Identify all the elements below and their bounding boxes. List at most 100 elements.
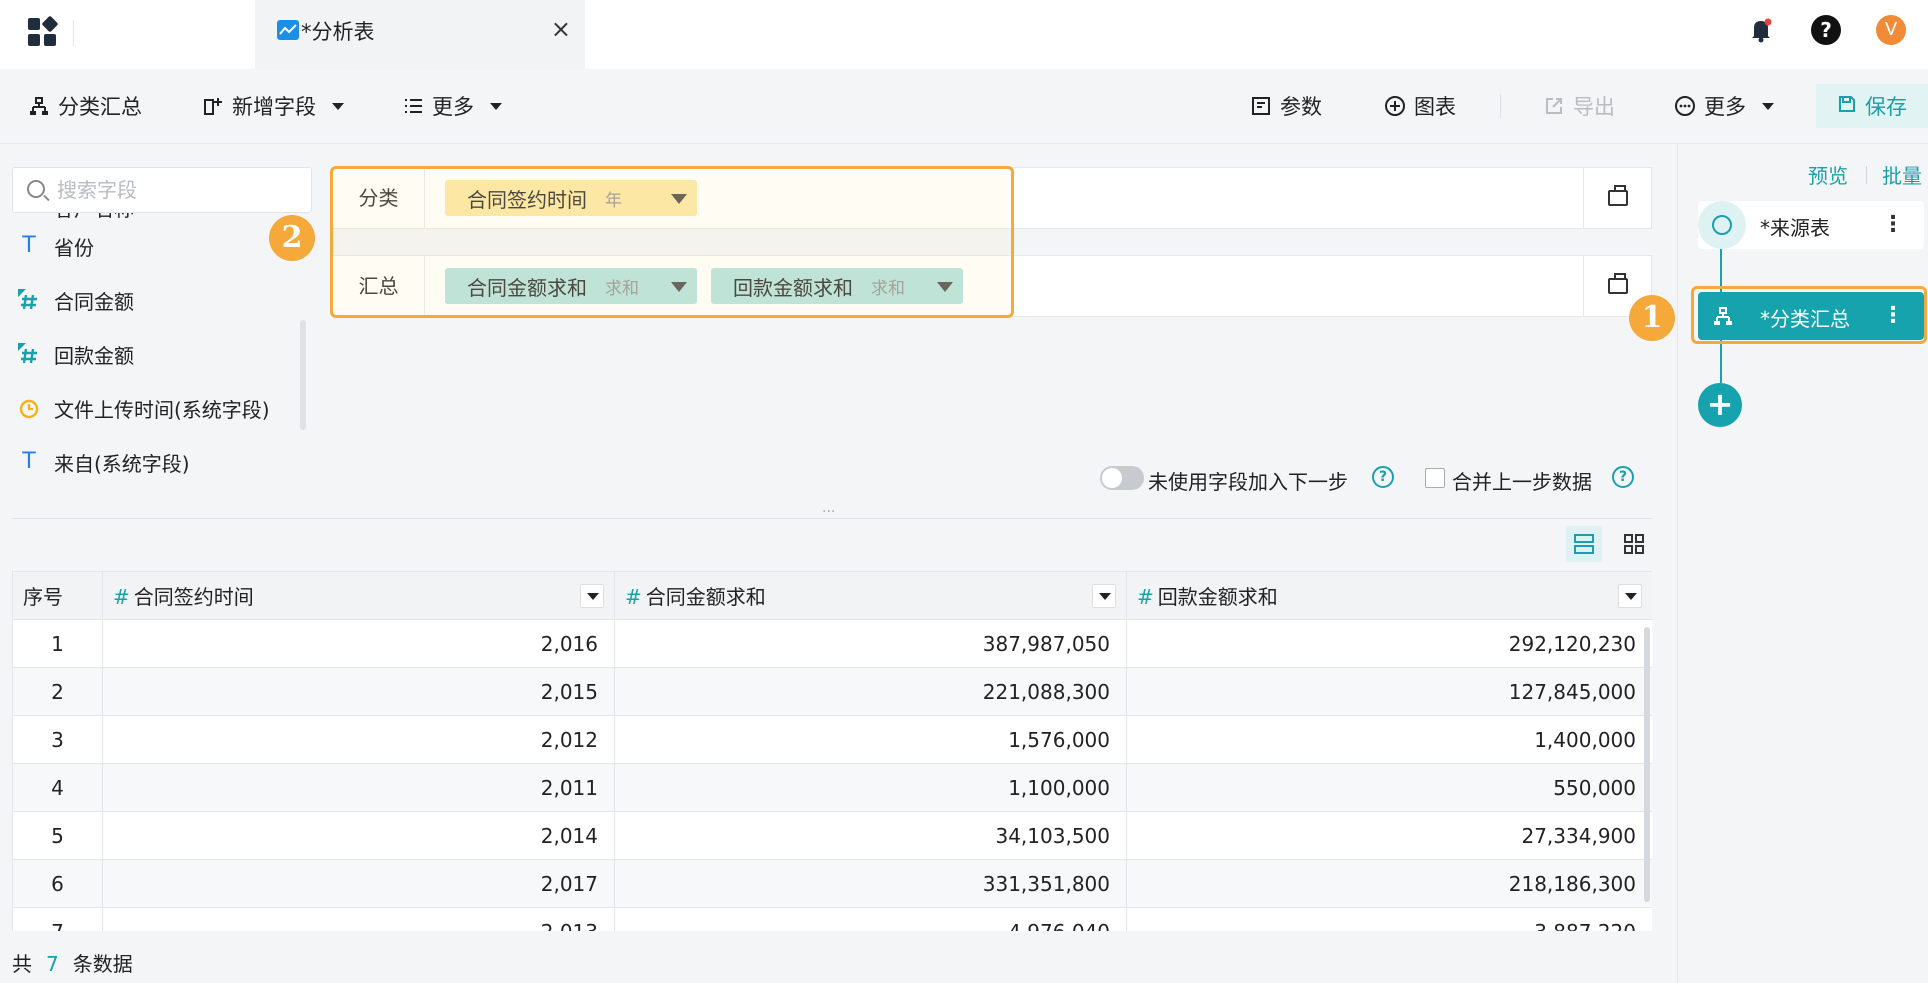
avatar[interactable]: V	[1876, 15, 1906, 45]
field-list: T 客户名称 T 省份 合同金额 回款金额 文件上传时间(系统字段) T 来自(…	[0, 213, 300, 503]
number-icon	[16, 287, 42, 313]
bell-icon[interactable]	[1746, 15, 1776, 45]
table-cell: 6	[12, 859, 103, 908]
table-cell: 2,013	[102, 907, 615, 931]
batch-link[interactable]: 批量	[1882, 160, 1922, 189]
column-menu-icon[interactable]	[1092, 584, 1116, 608]
column-header-label: 回款金额求和	[1157, 585, 1278, 609]
save-icon	[1837, 94, 1857, 119]
list-icon	[402, 95, 424, 117]
params-icon	[1250, 95, 1272, 117]
help-icon[interactable]: ?	[1612, 466, 1634, 488]
column-header-label: 合同签约时间	[133, 585, 254, 609]
field-item[interactable]: 回款金额	[0, 334, 300, 374]
callout-badge-1: 1	[1629, 295, 1675, 341]
table-row[interactable]: 1 2,016 387,987,050 292,120,230	[12, 619, 1652, 668]
field-item[interactable]: T 省份	[0, 226, 300, 266]
help-icon[interactable]: ?	[1372, 466, 1394, 488]
table-cell: 2,011	[102, 763, 615, 812]
apps-grid-icon[interactable]	[28, 15, 59, 48]
plus-circle-icon	[1384, 95, 1406, 117]
text-icon: T	[22, 233, 36, 258]
more-right-label: 更多	[1704, 95, 1746, 119]
flow-connector	[1720, 340, 1722, 383]
divider	[1866, 166, 1867, 184]
preview-link[interactable]: 预览	[1808, 160, 1848, 189]
tab-title: *分析表	[301, 20, 375, 44]
clock-icon	[16, 395, 42, 421]
source-node[interactable]: *来源表 ⋮	[1698, 201, 1924, 249]
column-menu-icon[interactable]	[580, 584, 604, 608]
field-label: 来自(系统字段)	[54, 451, 190, 476]
chart-button[interactable]: 图表	[1384, 91, 1456, 121]
table-cell: 1	[12, 619, 103, 668]
table-cell: 1,400,000	[1126, 715, 1652, 764]
table-row[interactable]: 6 2,017 331,351,800 218,186,300	[12, 859, 1652, 908]
row-count-suffix: 条数据	[72, 952, 133, 976]
table-cell: 4	[12, 763, 103, 812]
field-search[interactable]	[12, 167, 312, 213]
number-icon: #	[1137, 585, 1154, 609]
add-field-button[interactable]: 新增字段	[202, 91, 344, 121]
chevron-down-icon	[490, 102, 502, 110]
search-icon	[27, 180, 45, 198]
table-row[interactable]: 2 2,015 221,088,300 127,845,000	[12, 667, 1652, 716]
column-header-label: 序号	[23, 585, 63, 609]
field-list-scrollbar[interactable]	[300, 320, 306, 430]
save-label: 保存	[1865, 95, 1907, 119]
line-chart-icon	[277, 20, 299, 40]
more-left-button[interactable]: 更多	[402, 91, 502, 121]
add-step-button[interactable]: +	[1698, 383, 1742, 427]
field-label: 省份	[54, 235, 94, 260]
grid-view-icon[interactable]	[1616, 526, 1652, 562]
resize-handle[interactable]: ...	[822, 500, 835, 516]
group-summary-button[interactable]: 分类汇总	[28, 91, 142, 121]
close-icon[interactable]: ×	[551, 16, 571, 42]
toolbar-divider	[1500, 94, 1501, 118]
help-icon[interactable]: ?	[1811, 15, 1841, 45]
row-count-value: 7	[46, 952, 59, 976]
export-button[interactable]: 导出	[1543, 91, 1615, 121]
row-count: 共 7 条数据	[12, 948, 133, 977]
text-icon: T	[16, 213, 42, 220]
save-button[interactable]: 保存	[1816, 84, 1928, 128]
table-scrollbar[interactable]	[1644, 627, 1650, 902]
chevron-down-icon	[1762, 102, 1774, 110]
row-count-prefix: 共	[12, 952, 32, 976]
field-label: 回款金额	[54, 343, 134, 368]
column-header[interactable]: # 回款金额求和	[1126, 571, 1652, 620]
field-item[interactable]: T 来自(系统字段)	[0, 442, 300, 482]
table-row[interactable]: 5 2,014 34,103,500 27,334,900	[12, 811, 1652, 860]
tab-analysis[interactable]: *分析表 ×	[255, 0, 585, 69]
search-input[interactable]	[57, 176, 297, 204]
table-cell: 27,334,900	[1126, 811, 1652, 860]
field-item[interactable]: 文件上传时间(系统字段)	[0, 388, 300, 428]
column-menu-icon[interactable]	[1618, 584, 1642, 608]
field-item[interactable]: T 客户名称	[0, 213, 300, 227]
column-header[interactable]: # 合同金额求和	[614, 571, 1127, 620]
more-vertical-icon[interactable]: ⋮	[1882, 211, 1904, 239]
table-header-row: 序号 # 合同签约时间 # 合同金额求和 # 回款金额求和	[12, 571, 1652, 620]
number-icon: #	[625, 585, 642, 609]
merge-prev-checkbox[interactable]	[1425, 468, 1445, 488]
table-row[interactable]: 4 2,011 1,100,000 550,000	[12, 763, 1652, 812]
unused-fields-toggle[interactable]	[1100, 466, 1144, 490]
column-header[interactable]: # 合同签约时间	[102, 571, 615, 620]
column-header: 序号	[12, 571, 103, 620]
more-right-button[interactable]: 更多	[1674, 91, 1774, 121]
group-row-action[interactable]	[1583, 168, 1651, 228]
unused-fields-label: 未使用字段加入下一步	[1148, 470, 1348, 494]
params-label: 参数	[1280, 95, 1322, 119]
callout-highlight	[1691, 286, 1927, 344]
number-icon: #	[113, 585, 130, 609]
table-cell: 7	[12, 907, 103, 931]
table-cell: 2,015	[102, 667, 615, 716]
field-item[interactable]: 合同金额	[0, 280, 300, 320]
table-row[interactable]: 3 2,012 1,576,000 1,400,000	[12, 715, 1652, 764]
list-view-icon[interactable]	[1566, 526, 1602, 562]
params-button[interactable]: 参数	[1250, 91, 1322, 121]
text-icon: T	[22, 449, 36, 474]
table-row[interactable]: 7 2,013 4,976,040 3,887,220	[12, 907, 1652, 931]
more-left-label: 更多	[432, 95, 474, 119]
table-cell: 550,000	[1126, 763, 1652, 812]
